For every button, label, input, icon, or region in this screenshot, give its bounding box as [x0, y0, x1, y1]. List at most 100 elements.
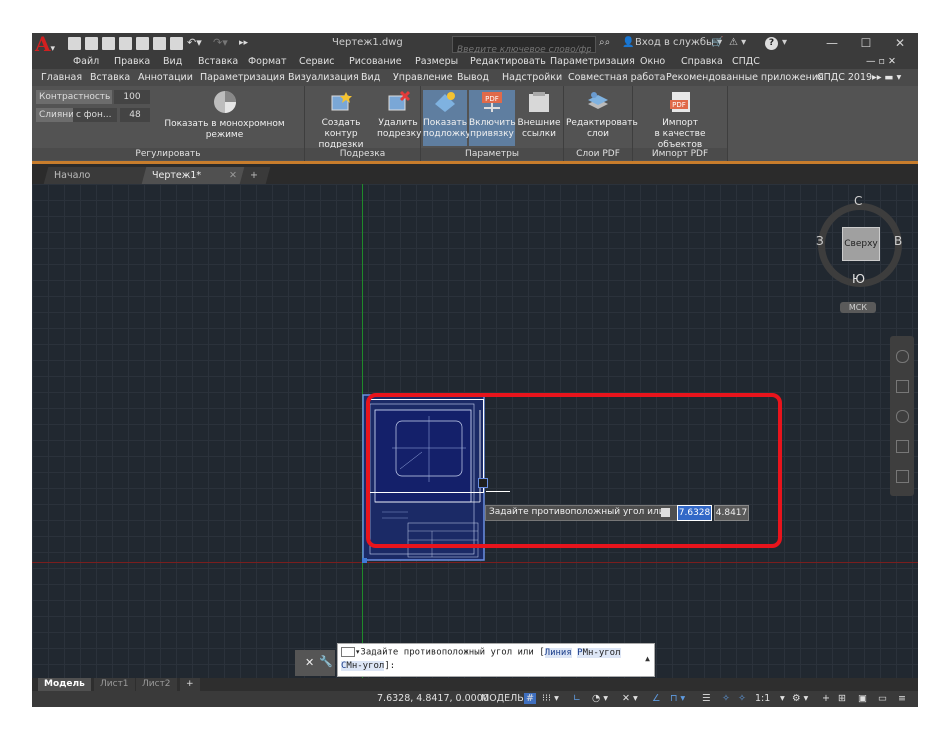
exchange-icon[interactable]: ⚠ ▾ [729, 37, 746, 48]
import-pdf-button[interactable]: PDF Импорт в качестве объектов [635, 90, 725, 151]
annotation-scale[interactable]: 1:1 [755, 693, 770, 704]
workspace-gear-icon[interactable]: ⚙ ▾ [792, 693, 808, 704]
viewcube-east[interactable]: В [894, 234, 902, 248]
tab-close-icon[interactable]: ✕ [229, 167, 237, 184]
menu-item-file[interactable]: Файл [73, 56, 99, 67]
menu-item-dimension[interactable]: Размеры [415, 56, 458, 67]
tab-drawing1[interactable]: Чертеж1* ✕ [141, 167, 253, 184]
help-icon[interactable]: ? [765, 37, 778, 50]
autocad-logo-icon[interactable]: A▾ [35, 34, 59, 54]
viewcube-west[interactable]: З [816, 234, 824, 248]
lineweight-icon[interactable]: ☰ [702, 693, 711, 704]
maximize-icon[interactable]: ☐ [856, 35, 876, 51]
zoom-icon[interactable] [896, 410, 909, 423]
tab-layout2[interactable]: Лист2 [136, 678, 177, 691]
redo-icon[interactable]: ↷▾ [213, 37, 235, 50]
isodraft-icon[interactable]: ✕ ▾ [622, 693, 638, 704]
sign-in-button[interactable]: Вход в службы ▾ [635, 37, 722, 48]
binoculars-icon[interactable]: ⌕⌕ [599, 37, 610, 48]
steering-wheel-icon[interactable] [896, 350, 909, 363]
tab-collaborate[interactable]: Совместная работа [568, 72, 665, 83]
menu-item-parametric[interactable]: Параметризация [550, 56, 635, 67]
menu-item-tools[interactable]: Сервис [299, 56, 335, 67]
tab-layout1[interactable]: Лист1 [94, 678, 135, 691]
ribbon-options-icon[interactable]: ▸▸ ▬ ▾ [872, 72, 901, 83]
pan-icon[interactable] [896, 380, 909, 393]
tab-spds-2019[interactable]: СПДС 2019 [817, 72, 872, 83]
osnap-tracking-icon[interactable]: ∠ [652, 693, 661, 704]
help-dropdown-icon[interactable]: ▾ [782, 37, 787, 48]
ucs-menu[interactable]: МСК [840, 302, 876, 313]
model-space-button[interactable]: МОДЕЛЬ [481, 693, 524, 704]
menu-item-help[interactable]: Справка [681, 56, 723, 67]
tab-annotate[interactable]: Аннотации [138, 72, 193, 83]
tab-addins[interactable]: Надстройки [502, 72, 562, 83]
save-as-icon[interactable] [119, 37, 132, 50]
save-icon[interactable] [102, 37, 115, 50]
tab-model[interactable]: Модель [38, 678, 91, 691]
menu-item-edit[interactable]: Правка [114, 56, 150, 67]
tab-featured-apps[interactable]: Рекомендованные приложения [666, 72, 824, 83]
menu-item-format[interactable]: Формат [248, 56, 287, 67]
menu-item-view[interactable]: Вид [163, 56, 182, 67]
open-icon[interactable] [85, 37, 98, 50]
minimize-icon[interactable]: — [822, 35, 842, 51]
fade-value[interactable]: 48 [120, 108, 150, 122]
new-layout-button[interactable]: + [180, 678, 200, 691]
menu-item-insert[interactable]: Вставка [198, 56, 238, 67]
tab-manage[interactable]: Управление [393, 72, 453, 83]
annotation-monitor-icon[interactable]: + [822, 693, 830, 704]
tab-insert[interactable]: Вставка [90, 72, 130, 83]
delete-clip-button[interactable]: Удалить подрезку [377, 90, 421, 140]
command-history-toggle-icon[interactable]: ▲ [645, 654, 650, 663]
auto-scale-icon[interactable]: ✧ [738, 693, 746, 704]
orbit-icon[interactable] [896, 440, 909, 453]
search-box[interactable] [452, 36, 596, 58]
object-snap-icon[interactable]: ⊓ ▾ [670, 693, 685, 704]
grid-icon[interactable]: # [524, 693, 536, 704]
publish-icon[interactable] [153, 37, 166, 50]
option-polygon[interactable]: РМн-угол [577, 647, 621, 658]
close-icon[interactable]: ✕ [890, 35, 910, 51]
tab-visualize[interactable]: Визуализация [288, 72, 359, 83]
viewcube-top-face[interactable]: Сверху [842, 227, 880, 261]
external-refs-button[interactable]: Внешние ссылки [517, 90, 561, 140]
new-tab-button[interactable]: + [239, 167, 271, 184]
edit-layers-button[interactable]: Редактировать слои [566, 90, 638, 140]
drawing-canvas[interactable]: Задайте противоположный угол или 7.6328 … [32, 184, 918, 678]
tab-parametric[interactable]: Параметризация [200, 72, 285, 83]
scale-dropdown-icon[interactable]: ▾ [780, 693, 785, 704]
menu-item-modify[interactable]: Редактировать [470, 56, 546, 67]
option-polygon-2[interactable]: СМн-угол [341, 661, 385, 671]
enable-snap-button[interactable]: PDF Включить привязку [469, 90, 516, 146]
tab-start[interactable]: Начало [43, 167, 155, 184]
tab-output[interactable]: Вывод [457, 72, 489, 83]
command-line[interactable]: ▾Задайте противоположный угол или [Линия… [337, 643, 655, 677]
viewcube-south[interactable]: Ю [852, 272, 865, 286]
doc-window-controls[interactable]: — ▫ ✕ [866, 56, 896, 67]
new-icon[interactable] [68, 37, 81, 50]
create-clip-button[interactable]: Создать контур подрезки [307, 90, 375, 151]
menu-item-window[interactable]: Окно [640, 56, 665, 67]
coordinates-display[interactable]: 7.6328, 4.8417, 0.0000 [377, 693, 489, 704]
snap-mode-icon[interactable]: ⁝⁝⁝ ▾ [542, 693, 559, 704]
qat-more-icon[interactable]: ▸▸ [239, 37, 249, 50]
showmotion-icon[interactable] [896, 470, 909, 483]
contrast-value[interactable]: 100 [114, 90, 150, 104]
units-icon[interactable]: ⊞ [838, 693, 846, 704]
fade-mode-dropdown[interactable]: с фон... [73, 108, 117, 122]
tab-view[interactable]: Вид [361, 72, 380, 83]
viewcube-north[interactable]: С [854, 194, 862, 208]
tab-home[interactable]: Главная [41, 72, 82, 83]
show-underlay-button[interactable]: Показать подложку [423, 90, 471, 146]
annotation-visibility-icon[interactable]: ✧ [722, 693, 730, 704]
customize-icon[interactable]: 🔧 [319, 655, 333, 668]
ortho-icon[interactable]: ∟ [573, 693, 581, 704]
isolate-icon[interactable]: ▭ [878, 693, 887, 704]
close-command-line-icon[interactable]: ✕ [305, 656, 314, 669]
cart-icon[interactable]: 🛒 [711, 37, 723, 48]
menu-item-spds[interactable]: СПДС [732, 56, 760, 67]
undo-icon[interactable]: ↶▾ [187, 37, 209, 50]
option-line[interactable]: Линия [544, 647, 572, 658]
print-icon[interactable] [170, 37, 183, 50]
